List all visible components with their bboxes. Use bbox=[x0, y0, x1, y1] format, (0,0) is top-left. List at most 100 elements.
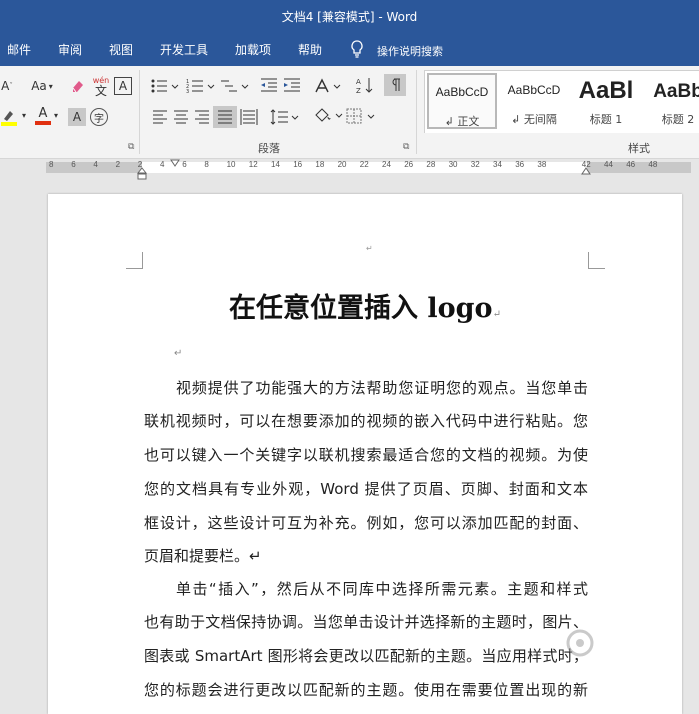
ruler-number: 10 bbox=[226, 160, 236, 169]
ruler-number: 22 bbox=[359, 160, 369, 169]
body-line[interactable]: 您的标题会进行更改以匹配新的主题。使用在需要位置出现的新 bbox=[144, 679, 588, 700]
ruler-number: 30 bbox=[448, 160, 458, 169]
shrink-font-button[interactable]: Aˇ bbox=[0, 76, 14, 96]
font-dialog-launcher-icon[interactable]: ⧉ bbox=[128, 142, 134, 152]
highlight-color-button[interactable] bbox=[0, 106, 24, 128]
tab-mailings[interactable]: 邮件 bbox=[7, 41, 31, 58]
style-name: 标题 1 bbox=[589, 113, 623, 126]
ruler-number: 4 bbox=[160, 160, 165, 169]
ruler-number: 32 bbox=[470, 160, 480, 169]
show-hide-marks-button[interactable] bbox=[384, 74, 406, 96]
tab-developer[interactable]: 开发工具 bbox=[160, 41, 208, 58]
phonetic-char: 文 bbox=[94, 84, 107, 98]
ruler-number: 18 bbox=[315, 160, 325, 169]
style-sample: AaBbCcD bbox=[435, 85, 489, 99]
justify-button[interactable] bbox=[213, 106, 237, 128]
ruler-number: 26 bbox=[404, 160, 414, 169]
crop-mark-top-right bbox=[588, 252, 605, 269]
ruler-number: 12 bbox=[248, 160, 258, 169]
ruler-number: 44 bbox=[604, 160, 613, 169]
body-line[interactable]: 您的文档具有专业外观，Word 提供了页眉、页脚、封面和文本 bbox=[144, 478, 588, 499]
ruler-number: 6 bbox=[182, 160, 187, 169]
ruler-number: 16 bbox=[293, 160, 303, 169]
font-a-glyph: A bbox=[1, 79, 10, 93]
tab-addins[interactable]: 加载项 bbox=[235, 41, 271, 58]
body-line[interactable]: 图表或 SmartArt 图形将会更改以匹配新的主题。当应用样式时， bbox=[144, 645, 588, 666]
heading-text: 在任意位置插入 logo bbox=[229, 293, 493, 324]
ruler-number: 20 bbox=[337, 160, 347, 169]
clear-formatting-icon[interactable] bbox=[70, 78, 86, 94]
line-spacing-icon[interactable] bbox=[270, 108, 300, 126]
style-sample: AaBb bbox=[653, 81, 699, 102]
align-right-icon[interactable] bbox=[194, 110, 210, 124]
lightbulb-icon[interactable] bbox=[350, 40, 364, 58]
font-color-button[interactable]: A bbox=[32, 104, 54, 128]
body-line[interactable]: 也可以键入一个关键字以联机搜索最适合您的文档的视频。为使 bbox=[144, 444, 588, 465]
highlight-dropdown-icon[interactable]: ▾ bbox=[22, 111, 26, 120]
body-line[interactable]: 视频提供了功能强大的方法帮助您证明您的观点。当您单击 bbox=[176, 377, 588, 398]
document-heading[interactable]: 在任意位置插入 logo↵ bbox=[48, 286, 682, 325]
window-title: 文档4 [兼容模式] - Word bbox=[281, 10, 418, 24]
group-separator bbox=[139, 70, 140, 154]
ruler-number: 6 bbox=[71, 160, 76, 169]
style-name: ↲ 无间隔 bbox=[511, 113, 557, 126]
character-shading-button[interactable]: A bbox=[68, 108, 86, 126]
paragraph-dialog-launcher-icon[interactable]: ⧉ bbox=[403, 142, 409, 152]
ruler-number: 46 bbox=[626, 160, 636, 169]
style-heading-2[interactable]: AaBb 标题 2 bbox=[643, 73, 699, 129]
ruler-number: 34 bbox=[493, 160, 502, 169]
watermark-logo-icon bbox=[566, 629, 594, 657]
style-heading-1[interactable]: AaBl 标题 1 bbox=[571, 73, 641, 129]
multilevel-list-icon[interactable] bbox=[220, 78, 252, 94]
increase-indent-icon[interactable] bbox=[283, 78, 301, 94]
tab-view[interactable]: 视图 bbox=[109, 41, 133, 58]
align-left-icon[interactable] bbox=[152, 110, 168, 124]
numbering-icon[interactable]: 123 bbox=[186, 78, 218, 94]
font-color-dropdown-icon[interactable]: ▾ bbox=[54, 111, 58, 120]
ruler-number: 4 bbox=[93, 160, 98, 169]
body-line[interactable]: 单击“插入”，然后从不同库中选择所需元素。主题和样式 bbox=[176, 578, 588, 599]
ruler-number: 48 bbox=[648, 160, 658, 169]
svg-text:Z: Z bbox=[356, 87, 361, 95]
distributed-icon[interactable] bbox=[240, 108, 258, 126]
empty-paragraph-mark: ↵ bbox=[174, 348, 183, 359]
enclose-characters-button[interactable]: 字 bbox=[90, 108, 108, 126]
right-indent-marker-icon[interactable] bbox=[581, 167, 591, 175]
text-direction-icon[interactable] bbox=[314, 76, 342, 96]
hanging-indent-marker-icon[interactable] bbox=[137, 167, 147, 181]
shading-icon[interactable] bbox=[312, 106, 344, 126]
font-color-a-glyph: A bbox=[38, 106, 48, 121]
paragraph-group-label: 段落 bbox=[258, 142, 280, 155]
body-line[interactable]: 页眉和提要栏。↵ bbox=[144, 545, 588, 566]
style-name: 标题 2 bbox=[661, 113, 695, 126]
character-border-button[interactable]: A bbox=[114, 77, 132, 95]
body-line[interactable]: 也有助于文档保持协调。当您单击设计并选择新的主题时，图片、 bbox=[144, 611, 588, 632]
tell-me-search[interactable]: 操作说明搜索 bbox=[377, 43, 443, 59]
first-line-indent-marker-icon[interactable] bbox=[170, 159, 180, 167]
bullets-icon[interactable] bbox=[150, 78, 182, 94]
decrease-indent-icon[interactable] bbox=[260, 78, 278, 94]
sort-icon[interactable]: AZ bbox=[356, 76, 374, 96]
change-case-button[interactable]: Aa ▾ bbox=[26, 76, 58, 96]
style-no-spacing[interactable]: AaBbCcD ↲ 无间隔 bbox=[499, 73, 569, 129]
borders-icon[interactable] bbox=[346, 108, 376, 126]
horizontal-ruler[interactable]: 8 6 4 2 2 4 6 8 10 12 14 16 18 20 22 24 26 28 30 32 34 36 38 42… bbox=[0, 159, 699, 180]
ruler-number: 38 bbox=[537, 160, 547, 169]
phonetic-guide-button[interactable]: wén 文 bbox=[90, 74, 112, 98]
style-sample: AaBl bbox=[578, 77, 634, 104]
crop-mark-top-left bbox=[126, 252, 143, 269]
body-line[interactable]: 联机视频时，可以在想要添加的视频的嵌入代码中进行粘贴。您 bbox=[144, 410, 588, 431]
menu-bar: 邮件 审阅 视图 开发工具 加载项 帮助 操作说明搜索 bbox=[0, 32, 699, 66]
tab-help[interactable]: 帮助 bbox=[298, 41, 322, 58]
style-normal[interactable]: AaBbCcD ↲ 正文 bbox=[427, 73, 497, 129]
styles-group-label: 样式 bbox=[628, 142, 650, 155]
tab-review[interactable]: 审阅 bbox=[58, 41, 82, 58]
justify-icon bbox=[218, 110, 232, 124]
align-center-icon[interactable] bbox=[173, 110, 189, 124]
change-case-label: Aa bbox=[31, 79, 47, 93]
ribbon: Aˇ Aa ▾ wén 文 A ▾ A ▾ A 字 ⧉ 123 A Z 段落 ⧉… bbox=[0, 66, 699, 159]
ruler-number: 24 bbox=[382, 160, 391, 169]
body-line[interactable]: 框设计，这些设计可互为补充。例如，您可以添加匹配的封面、 bbox=[144, 512, 588, 533]
style-name: ↲ 正文 bbox=[444, 115, 480, 128]
ruler-right-margin bbox=[587, 162, 691, 173]
